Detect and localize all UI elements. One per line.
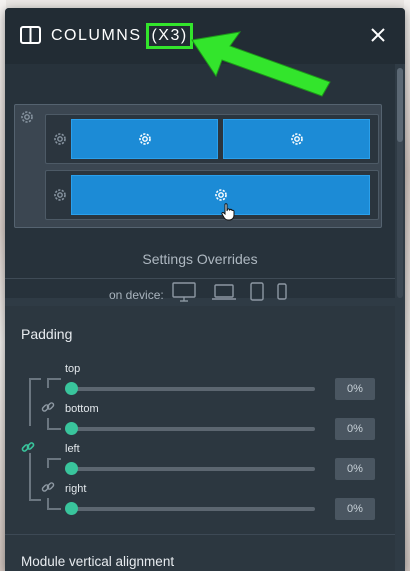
panel-title-text: COLUMNS [51, 27, 142, 44]
device-label: on device: [109, 288, 164, 302]
panel-title: COLUMNS (X3) [51, 23, 193, 49]
mobile-icon[interactable] [276, 282, 288, 302]
link-icon[interactable] [21, 440, 35, 454]
gear-icon[interactable] [213, 187, 229, 203]
slider-track-right[interactable] [71, 507, 315, 511]
bracket-top [29, 378, 41, 426]
gear-icon[interactable] [19, 109, 35, 125]
bracket-top-inner [47, 378, 61, 388]
laptop-icon[interactable] [212, 282, 236, 302]
scrollbar-thumb[interactable] [397, 68, 403, 142]
alignment-title: Module vertical alignment [21, 554, 175, 569]
column-count: (X3) [146, 23, 193, 49]
padding-title: Padding [21, 326, 73, 342]
column-1[interactable] [71, 119, 218, 159]
link-icon[interactable] [41, 400, 55, 414]
slider-knob-left[interactable] [65, 462, 78, 475]
slider-value-right[interactable]: 0% [335, 498, 375, 520]
gear-icon[interactable] [137, 131, 153, 147]
link-icon[interactable] [41, 480, 55, 494]
row-1 [45, 114, 379, 164]
desktop-icon[interactable] [172, 282, 196, 302]
annotation-arrow [191, 31, 331, 97]
divider [5, 534, 395, 535]
scrollbar[interactable] [397, 68, 403, 298]
bracket-right-inner [47, 498, 61, 510]
gear-icon[interactable] [289, 131, 305, 147]
close-icon[interactable] [369, 26, 387, 44]
slider-value-bottom[interactable]: 0% [335, 418, 375, 440]
bracket-bottom-inner [47, 418, 61, 430]
slider-label-top: top [65, 363, 81, 375]
bracket-bottom [29, 453, 41, 501]
columns-icon [20, 26, 41, 44]
divider [5, 278, 395, 279]
bracket-left-inner [47, 458, 61, 468]
slider-track-left[interactable] [71, 467, 315, 471]
section-layout-box [14, 104, 382, 228]
padding-section: Padding top 0% bottom 0% left 0% right 0… [5, 306, 395, 571]
column-2[interactable] [223, 119, 370, 159]
slider-track-bottom[interactable] [71, 427, 315, 431]
slider-track-top[interactable] [71, 387, 315, 391]
slider-knob-right[interactable] [65, 502, 78, 515]
slider-label-left: left [65, 443, 80, 455]
settings-overrides-title: Settings Overrides [142, 251, 258, 267]
hand-pointer-icon [221, 203, 235, 221]
slider-label-bottom: bottom [65, 403, 99, 415]
slider-knob-top[interactable] [65, 382, 78, 395]
tablet-icon[interactable] [249, 282, 265, 302]
slider-value-left[interactable]: 0% [335, 458, 375, 480]
gear-icon[interactable] [52, 131, 68, 147]
slider-value-top[interactable]: 0% [335, 378, 375, 400]
row-2 [45, 170, 379, 220]
slider-label-right: right [65, 483, 87, 495]
gear-icon[interactable] [52, 187, 68, 203]
slider-knob-bottom[interactable] [65, 422, 78, 435]
